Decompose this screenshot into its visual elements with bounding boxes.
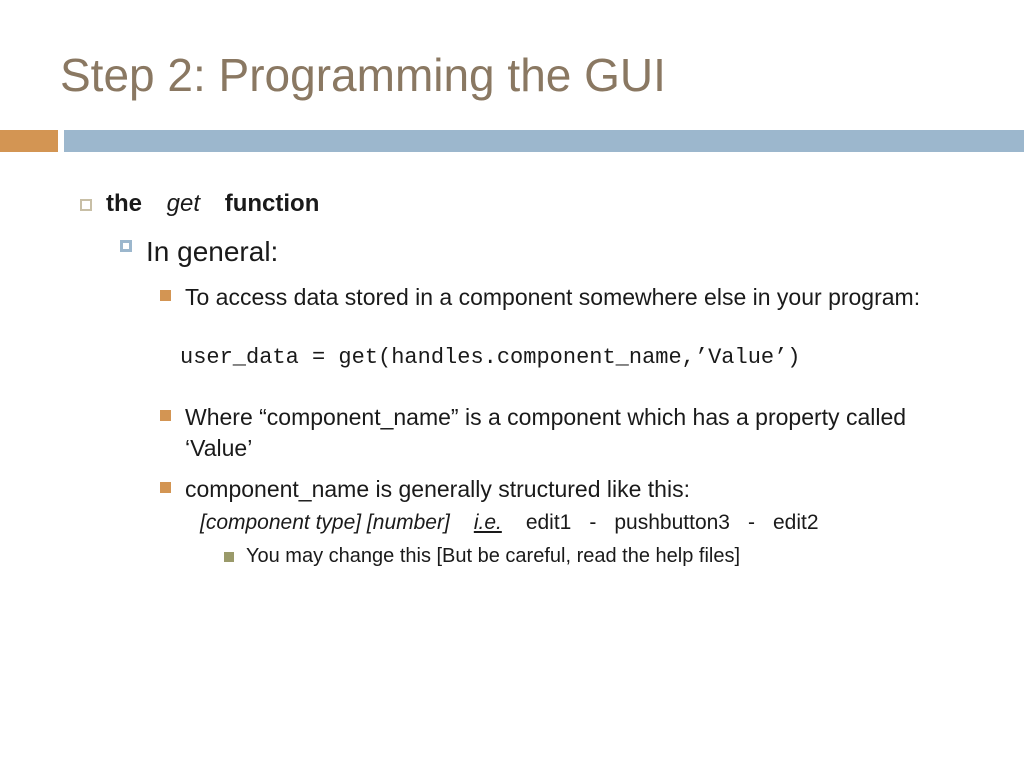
bullet-level-3: component_name is generally structured l… <box>160 474 974 505</box>
ie-text: i.e. <box>474 511 502 535</box>
square-olive-icon <box>224 552 234 562</box>
accent-bar <box>0 130 1024 152</box>
dash-2: - <box>748 511 755 535</box>
word-the: the <box>106 190 142 217</box>
square-orange-icon <box>160 482 171 493</box>
example-3: edit2 <box>773 511 819 535</box>
bullet-level-4: [component type] [number] i.e. edit1 - p… <box>200 511 974 535</box>
code-line: user_data = get(handles.component_name,’… <box>180 345 974 370</box>
level5-text: You may change this [But be careful, rea… <box>246 545 740 568</box>
level2-text: In general: <box>146 236 278 268</box>
accent-blue <box>64 130 1024 152</box>
level3-text-c: component_name is generally structured l… <box>185 474 690 505</box>
example-1: edit1 <box>526 511 572 535</box>
dash-1: - <box>589 511 596 535</box>
slide-body: the get function In general: To access d… <box>80 190 974 568</box>
square-blue-icon <box>120 240 132 252</box>
level3-text-b: Where “component_name” is a component wh… <box>185 402 974 464</box>
bullet-level-3: To access data stored in a component som… <box>160 282 974 313</box>
bullet-level-2: In general: <box>120 236 974 268</box>
square-orange-icon <box>160 290 171 301</box>
example-2: pushbutton3 <box>614 511 730 535</box>
slide-title: Step 2: Programming the GUI <box>60 48 666 102</box>
bullet-level-1: the get function <box>80 190 974 218</box>
bullet-level-5: You may change this [But be careful, rea… <box>224 545 974 568</box>
square-hollow-icon <box>80 199 92 211</box>
word-get: get <box>167 190 200 217</box>
word-function: function <box>225 190 320 217</box>
accent-orange <box>0 130 58 152</box>
level3-text-a: To access data stored in a component som… <box>185 282 920 313</box>
square-orange-icon <box>160 410 171 421</box>
pattern-text: [component type] [number] <box>200 511 450 535</box>
level1-text: the get function <box>106 190 319 218</box>
bullet-level-3: Where “component_name” is a component wh… <box>160 402 974 464</box>
